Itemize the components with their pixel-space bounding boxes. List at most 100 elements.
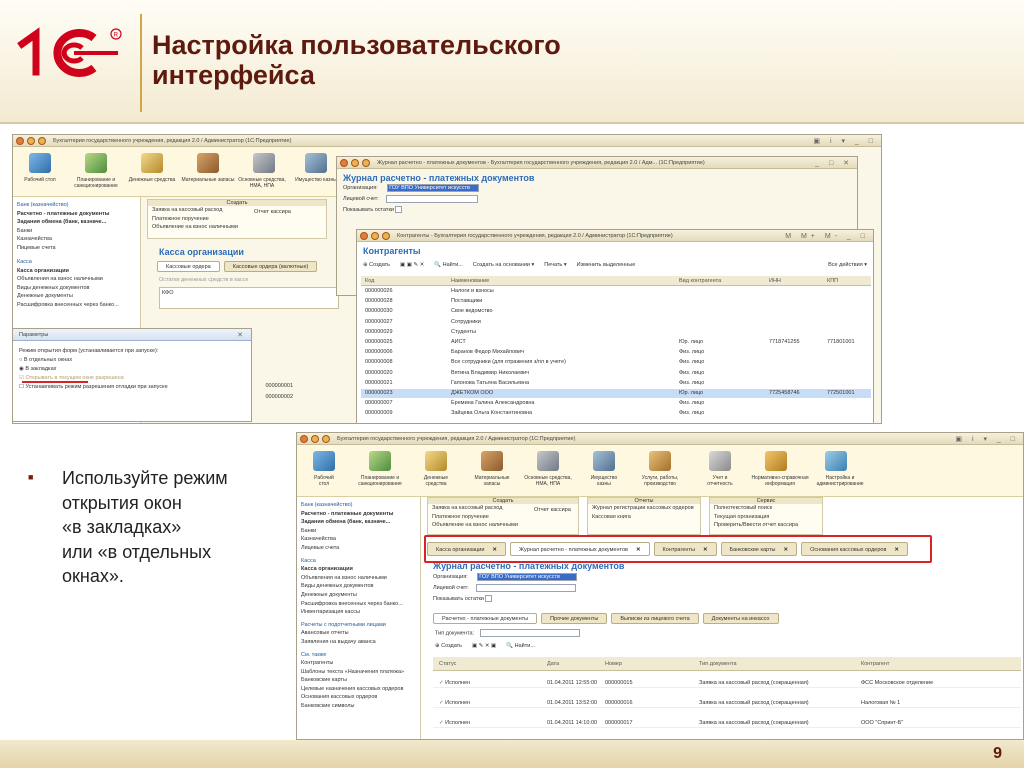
sidebar-item[interactable]: Касса организации bbox=[297, 565, 420, 574]
app-menu-icon[interactable] bbox=[360, 232, 368, 240]
table-row[interactable]: ✓ Исполнен 01.04.2011 14:10:00 000000017 За… bbox=[433, 719, 1021, 728]
org-field[interactable]: ГОУ ВПО Университет искусств bbox=[387, 183, 480, 192]
account-field[interactable] bbox=[386, 194, 479, 203]
window-controls[interactable]: ▣ i ▾ _ □ bbox=[813, 136, 877, 148]
section-icon[interactable] bbox=[593, 451, 615, 471]
sidebar-item[interactable]: Банковские символы bbox=[297, 702, 420, 711]
service-link[interactable]: Проверить/Ввести отчет кассира bbox=[710, 521, 822, 530]
report-link[interactable]: Журнал регистрации кассовых ордеров bbox=[588, 504, 700, 513]
planning-section-icon[interactable] bbox=[85, 153, 107, 173]
toolbar-icons[interactable]: ▣ ▣ ✎ ✕ bbox=[400, 262, 424, 268]
table-row[interactable]: ✓ Исполнен 01.04.2011 12:55:00 000000015 За… bbox=[433, 679, 1021, 688]
create-button[interactable]: ⊕ Создать bbox=[363, 262, 390, 268]
section-label[interactable]: Настройка и администрирование bbox=[809, 475, 871, 487]
sidebar-item[interactable]: Контрагенты bbox=[297, 659, 420, 668]
sidebar-item[interactable]: Виды денежных документов bbox=[13, 284, 140, 293]
forward-icon[interactable] bbox=[322, 435, 330, 443]
toolbar-icons[interactable]: ▣ ✎ ✕ ▣ bbox=[472, 643, 496, 649]
sidebar-item[interactable]: Расшифровка внесенных через банко... bbox=[297, 600, 420, 609]
back-icon[interactable] bbox=[311, 435, 319, 443]
service-link[interactable]: Полнотекстовый поиск bbox=[710, 504, 822, 513]
sidebar-item[interactable]: Банковские карты bbox=[297, 676, 420, 685]
create-link[interactable]: Платежное поручение bbox=[148, 215, 326, 224]
option-tabs[interactable]: ◉ В закладках bbox=[19, 365, 245, 374]
app-menu-icon[interactable] bbox=[16, 137, 24, 145]
find-button[interactable]: 🔍 Найти... bbox=[506, 643, 535, 649]
column-type[interactable]: Вид контрагента bbox=[679, 276, 721, 286]
find-button[interactable]: 🔍 Найти... bbox=[434, 262, 463, 268]
section-icon[interactable] bbox=[481, 451, 503, 471]
document-tab[interactable]: Выписки из лицевого счета bbox=[611, 613, 699, 624]
column-inn[interactable]: ИНН bbox=[769, 276, 781, 286]
tab-cash-orders[interactable]: Кассовые ордера bbox=[157, 261, 220, 272]
sidebar-item[interactable]: Шаблоны текста «Назначения платежа» bbox=[297, 668, 420, 677]
column-number[interactable]: Номер bbox=[605, 657, 622, 671]
service-link[interactable]: Текущая организация bbox=[710, 513, 822, 522]
back-icon[interactable] bbox=[351, 159, 359, 167]
sidebar-item[interactable]: Расчетно - платежные документы bbox=[13, 210, 140, 219]
cashier-report-link[interactable]: Отчет кассира bbox=[534, 507, 571, 513]
table-row[interactable]: 000000027 Сотрудники bbox=[361, 318, 871, 327]
section-icon[interactable] bbox=[313, 451, 335, 471]
section-label[interactable]: Нормативно-справочная информация bbox=[749, 475, 811, 487]
option-separate-windows[interactable]: ○ В отдельных окнах bbox=[19, 356, 245, 365]
section-icon[interactable] bbox=[825, 451, 847, 471]
show-balance-checkbox[interactable] bbox=[485, 595, 493, 603]
create-link[interactable]: Платежное поручение bbox=[428, 513, 578, 522]
sidebar-item[interactable]: Основания кассовых ордеров bbox=[297, 693, 420, 702]
back-icon[interactable] bbox=[27, 137, 35, 145]
sidebar-item[interactable]: Касса организации bbox=[13, 267, 140, 276]
forward-icon[interactable] bbox=[382, 232, 390, 240]
table-row[interactable]: 000000025 АИСТ Юр. лицо 7718741255 771801001 bbox=[361, 338, 871, 347]
table-row[interactable]: 000000029 Студенты bbox=[361, 328, 871, 337]
treasury-section-icon[interactable] bbox=[305, 153, 327, 173]
sidebar-item[interactable]: Инвентаризация кассы bbox=[297, 608, 420, 617]
table-row[interactable]: ✓ Исполнен 01.04.2011 13:52:00 000000016 За… bbox=[433, 699, 1021, 708]
tab-currency-orders[interactable]: Кассовые ордера (валютные) bbox=[223, 261, 318, 272]
section-label[interactable]: Основные средства, НМА, НПА bbox=[521, 475, 575, 487]
sidebar-item[interactable]: Расшифровка внесенных через банко... bbox=[13, 301, 140, 310]
cashier-report-link[interactable]: Отчет кассира bbox=[254, 209, 291, 215]
document-tab[interactable]: Расчетно - платежные документы bbox=[433, 613, 538, 624]
sidebar-item[interactable]: Денежные документы bbox=[13, 292, 140, 301]
create-link[interactable]: Заявка на кассовый расход bbox=[148, 206, 326, 215]
section-label[interactable]: Материальные запасы bbox=[465, 475, 519, 487]
create-button[interactable]: ⊕ Создать bbox=[435, 643, 462, 649]
check-debug-mode[interactable]: ☐ Устанавливать режим разрешения отладки… bbox=[19, 383, 245, 392]
section-label[interactable]: Имущество казны bbox=[577, 475, 631, 487]
section-label[interactable]: Планирование и санкционирование bbox=[353, 475, 407, 487]
section-label[interactable]: Рабочий стол bbox=[13, 177, 67, 183]
table-row[interactable]: 000000026 Налоги и взносы bbox=[361, 287, 871, 296]
sidebar-item[interactable]: Задания обмена (банк, казначе... bbox=[13, 218, 140, 227]
table-row[interactable]: 000000030 Свое ведомство bbox=[361, 307, 871, 316]
money-section-icon[interactable] bbox=[141, 153, 163, 173]
create-link[interactable]: Объявление на взнос наличными bbox=[428, 521, 578, 530]
document-tab[interactable]: Документы на инкассо bbox=[702, 613, 779, 624]
edit-selected-button[interactable]: Изменить выделенные bbox=[577, 262, 636, 268]
section-icon[interactable] bbox=[649, 451, 671, 471]
table-row[interactable]: 000000008 Все сотрудники (для отражения з… bbox=[361, 358, 871, 367]
section-label[interactable]: Материальные запасы bbox=[181, 177, 235, 183]
sidebar-item[interactable]: Денежные документы bbox=[297, 591, 420, 600]
section-label[interactable]: Денежные средства bbox=[125, 177, 179, 183]
section-label[interactable]: Денежные средства bbox=[409, 475, 463, 487]
section-label[interactable]: Рабочий стол bbox=[297, 475, 351, 487]
column-date[interactable]: Дата bbox=[547, 657, 559, 671]
sidebar-item[interactable]: Виды денежных документов bbox=[297, 582, 420, 591]
show-balance-checkbox[interactable] bbox=[395, 206, 403, 214]
back-icon[interactable] bbox=[371, 232, 379, 240]
doc-type-field[interactable] bbox=[479, 629, 580, 637]
section-icon[interactable] bbox=[425, 451, 447, 471]
desktop-section-icon[interactable] bbox=[29, 153, 51, 173]
table-row[interactable]: 000000021 Гапонова Татьяна Васильевна Физ.… bbox=[361, 379, 871, 388]
document-tab[interactable]: Прочие документы bbox=[541, 613, 608, 624]
column-code[interactable]: Код bbox=[365, 276, 374, 286]
sidebar-item[interactable]: Целевые назначения кассовых ордеров bbox=[297, 685, 420, 694]
close-icon[interactable]: ✕ bbox=[237, 330, 247, 342]
all-actions-button[interactable]: Все действия ▾ bbox=[828, 262, 867, 268]
section-icon[interactable] bbox=[765, 451, 787, 471]
column-name[interactable]: Наименование bbox=[451, 276, 489, 286]
section-label[interactable]: Имущество казны bbox=[291, 177, 341, 183]
create-based-button[interactable]: Создать на основании ▾ bbox=[473, 262, 534, 268]
column-status[interactable]: Статус bbox=[439, 657, 456, 671]
